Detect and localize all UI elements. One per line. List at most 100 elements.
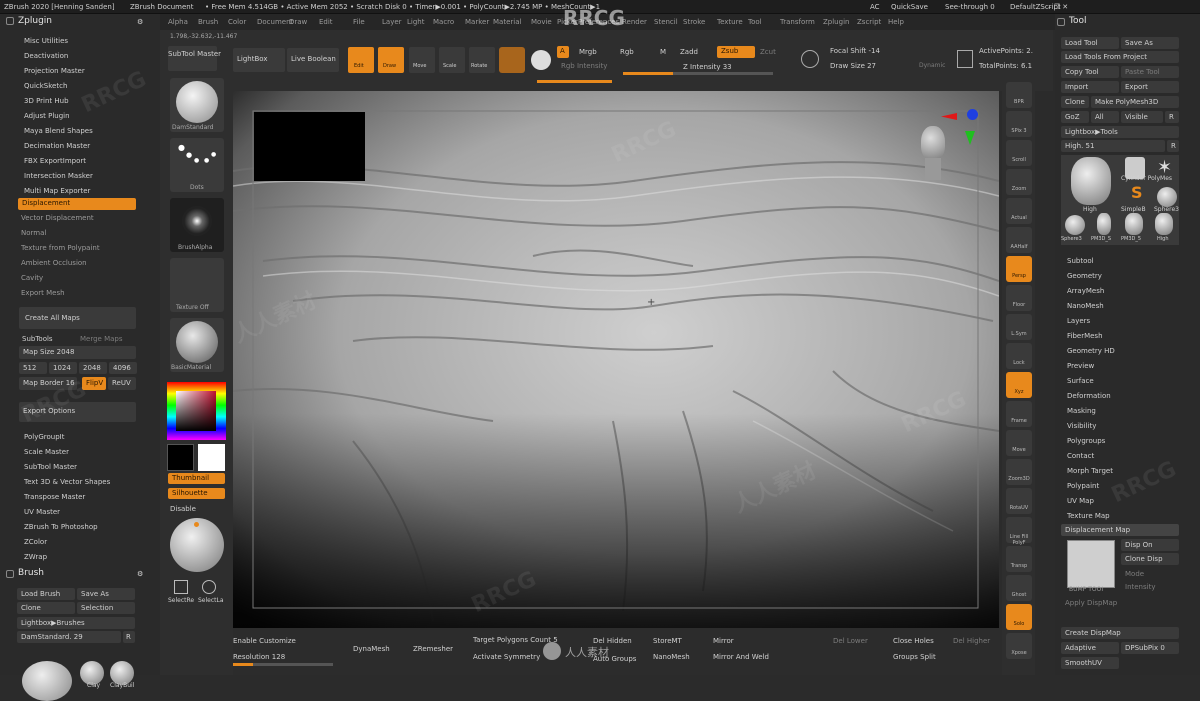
zplugin-item[interactable]: Transpose Master — [24, 493, 85, 501]
primary-color-swatch[interactable] — [198, 444, 225, 471]
menu-stroke[interactable]: Stroke — [683, 18, 705, 26]
zplugin-item[interactable]: Multi Map Exporter — [24, 187, 90, 195]
flipv-toggle[interactable]: FlipV — [82, 377, 106, 390]
shelf-zoom[interactable]: Zoom — [1006, 169, 1032, 195]
goz-all-button[interactable]: All — [1091, 111, 1119, 123]
shelf-solo[interactable]: Solo — [1006, 604, 1032, 630]
select-rect-icon[interactable] — [174, 580, 188, 594]
save-brush-button[interactable]: Save As — [77, 588, 135, 600]
subtools-label[interactable]: SubTools — [22, 335, 53, 343]
zplugin-item[interactable]: Decimation Master — [24, 142, 90, 150]
menu-document[interactable]: Document — [257, 18, 293, 26]
current-tool-slider[interactable]: High. 51 — [1061, 140, 1165, 152]
sculptris-pro-icon[interactable] — [499, 47, 525, 73]
map-size-4096[interactable]: 4096 — [109, 362, 137, 374]
tool-thumb-pm3d-s[interactable] — [1097, 213, 1111, 235]
mirror-button[interactable]: Mirror — [713, 637, 734, 645]
ac-label[interactable]: AC — [870, 3, 880, 11]
thumbnail-toggle[interactable]: Thumbnail — [168, 473, 225, 484]
saturation-square[interactable] — [176, 391, 216, 431]
brush-toggle-icon[interactable] — [6, 570, 14, 578]
menu-color[interactable]: Color — [228, 18, 246, 26]
disp-mode-slider[interactable]: Mode — [1125, 570, 1144, 578]
mirror-weld-button[interactable]: Mirror And Weld — [713, 653, 769, 661]
map-type-normal[interactable]: Normal — [21, 229, 46, 237]
menu-movie[interactable]: Movie — [531, 18, 552, 26]
tool-thumb-pm3d-5[interactable] — [1125, 213, 1143, 235]
tool-section-nanomesh[interactable]: NanoMesh — [1067, 302, 1104, 310]
goz-r-button[interactable]: R — [1165, 111, 1179, 123]
load-brush-button[interactable]: Load Brush — [17, 588, 75, 600]
menu-texture[interactable]: Texture — [717, 18, 743, 26]
disable-label[interactable]: Disable — [170, 505, 196, 513]
shelf-frame[interactable]: Frame — [1006, 401, 1032, 427]
menu-light[interactable]: Light — [407, 18, 424, 26]
clone-brush-button[interactable]: Clone — [17, 602, 75, 614]
lightbox-brushes-button[interactable]: Lightbox▶Brushes — [17, 617, 135, 629]
gizmo-toggle-icon[interactable] — [531, 50, 551, 70]
tool-title[interactable]: Tool — [1069, 16, 1086, 26]
shelf-ghost[interactable]: Ghost — [1006, 575, 1032, 601]
stroke-slot[interactable]: ● ● ● ● ● Dots — [170, 138, 224, 192]
navigator-thumbnail[interactable] — [254, 112, 365, 181]
map-size-2048[interactable]: 2048 — [79, 362, 107, 374]
secondary-color-swatch[interactable] — [167, 444, 194, 471]
subtool-master-button[interactable]: SubTool Master — [168, 46, 221, 71]
tool-toggle-icon[interactable] — [1057, 18, 1065, 26]
merge-maps-label[interactable]: Merge Maps — [80, 335, 123, 343]
close-holes-button[interactable]: Close Holes — [893, 637, 934, 645]
floor-icon[interactable] — [957, 50, 973, 68]
tool-section-masking[interactable]: Masking — [1067, 407, 1096, 415]
live-boolean-button[interactable]: Live Boolean — [287, 48, 339, 72]
load-tool-button[interactable]: Load Tool — [1061, 37, 1119, 49]
current-brush-slider[interactable]: DamStandard. 29 — [17, 631, 121, 643]
tool-section-visibility[interactable]: Visibility — [1067, 422, 1096, 430]
menu-transform[interactable]: Transform — [780, 18, 815, 26]
shelf-bpr[interactable]: BPR — [1006, 82, 1032, 108]
tool-section-subtool[interactable]: Subtool — [1067, 257, 1094, 265]
map-type-displacement[interactable]: Displacement — [18, 198, 136, 210]
rotate-button[interactable]: Rotate — [469, 47, 495, 73]
tool-section-fibermesh[interactable]: FiberMesh — [1067, 332, 1103, 340]
panel-dock-icon[interactable]: ⚙ — [137, 18, 143, 26]
dpsubpix-slider[interactable]: DPSubPix 0 — [1121, 642, 1179, 654]
apply-dispmap-button[interactable]: Apply DispMap — [1065, 599, 1117, 607]
shelf-rotauv[interactable]: RotaUV — [1006, 488, 1032, 514]
goz-visible-button[interactable]: Visible — [1121, 111, 1163, 123]
clone-tool-button[interactable]: Clone — [1061, 96, 1089, 108]
shelf-lock[interactable]: Lock — [1006, 343, 1032, 369]
shelf-zoom3d[interactable]: Zoom3D — [1006, 459, 1032, 485]
m-toggle[interactable]: M — [660, 48, 666, 56]
brush-thumb-damstandard[interactable] — [22, 661, 72, 701]
zplugin-item[interactable]: ZWrap — [24, 553, 47, 561]
zplugin-item[interactable]: ZBrush To Photoshop — [24, 523, 98, 531]
map-size-slider[interactable]: Map Size 2048 — [19, 346, 136, 359]
adaptive-toggle[interactable]: Adaptive — [1061, 642, 1119, 654]
map-type-texture-from-polypaint[interactable]: Texture from Polypaint — [21, 244, 100, 252]
make-polymesh-button[interactable]: Make PolyMesh3D — [1091, 96, 1179, 108]
matcap-preview[interactable] — [170, 518, 224, 572]
window-controls[interactable]: – ❐ ✕ — [1048, 3, 1068, 11]
map-size-1024[interactable]: 1024 — [49, 362, 77, 374]
tool-section-geometry-hd[interactable]: Geometry HD — [1067, 347, 1115, 355]
zplugin-item[interactable]: SubTool Master — [24, 463, 77, 471]
disp-on-toggle[interactable]: Disp On — [1121, 539, 1179, 551]
zplugin-item[interactable]: Text 3D & Vector Shapes — [24, 478, 110, 486]
z-intensity-track[interactable] — [623, 72, 773, 75]
rgb-toggle[interactable]: Rgb — [620, 48, 634, 56]
tool-section-polypaint[interactable]: Polypaint — [1067, 482, 1099, 490]
shelf-spix-3[interactable]: SPix 3 — [1006, 111, 1032, 137]
tool-thumb-simplebrush-icon[interactable]: S — [1131, 183, 1143, 202]
tool-section-deformation[interactable]: Deformation — [1067, 392, 1111, 400]
zplugin-title[interactable]: Zplugin — [18, 16, 52, 26]
tool-thumb-high-b[interactable] — [1155, 213, 1173, 235]
clone-disp-button[interactable]: Clone Disp — [1121, 553, 1179, 565]
goz-button[interactable]: GoZ — [1061, 111, 1089, 123]
viewport-canvas[interactable]: + — [233, 91, 999, 628]
zplugin-item[interactable]: Adjust Plugin — [24, 112, 70, 120]
del-lower-button[interactable]: Del Lower — [833, 637, 868, 645]
menu-alpha[interactable]: Alpha — [168, 18, 188, 26]
zplugin-item[interactable]: PolyGroupIt — [24, 433, 64, 441]
zplugin-item[interactable]: QuickSketch — [24, 82, 67, 90]
tool-section-surface[interactable]: Surface — [1067, 377, 1094, 385]
